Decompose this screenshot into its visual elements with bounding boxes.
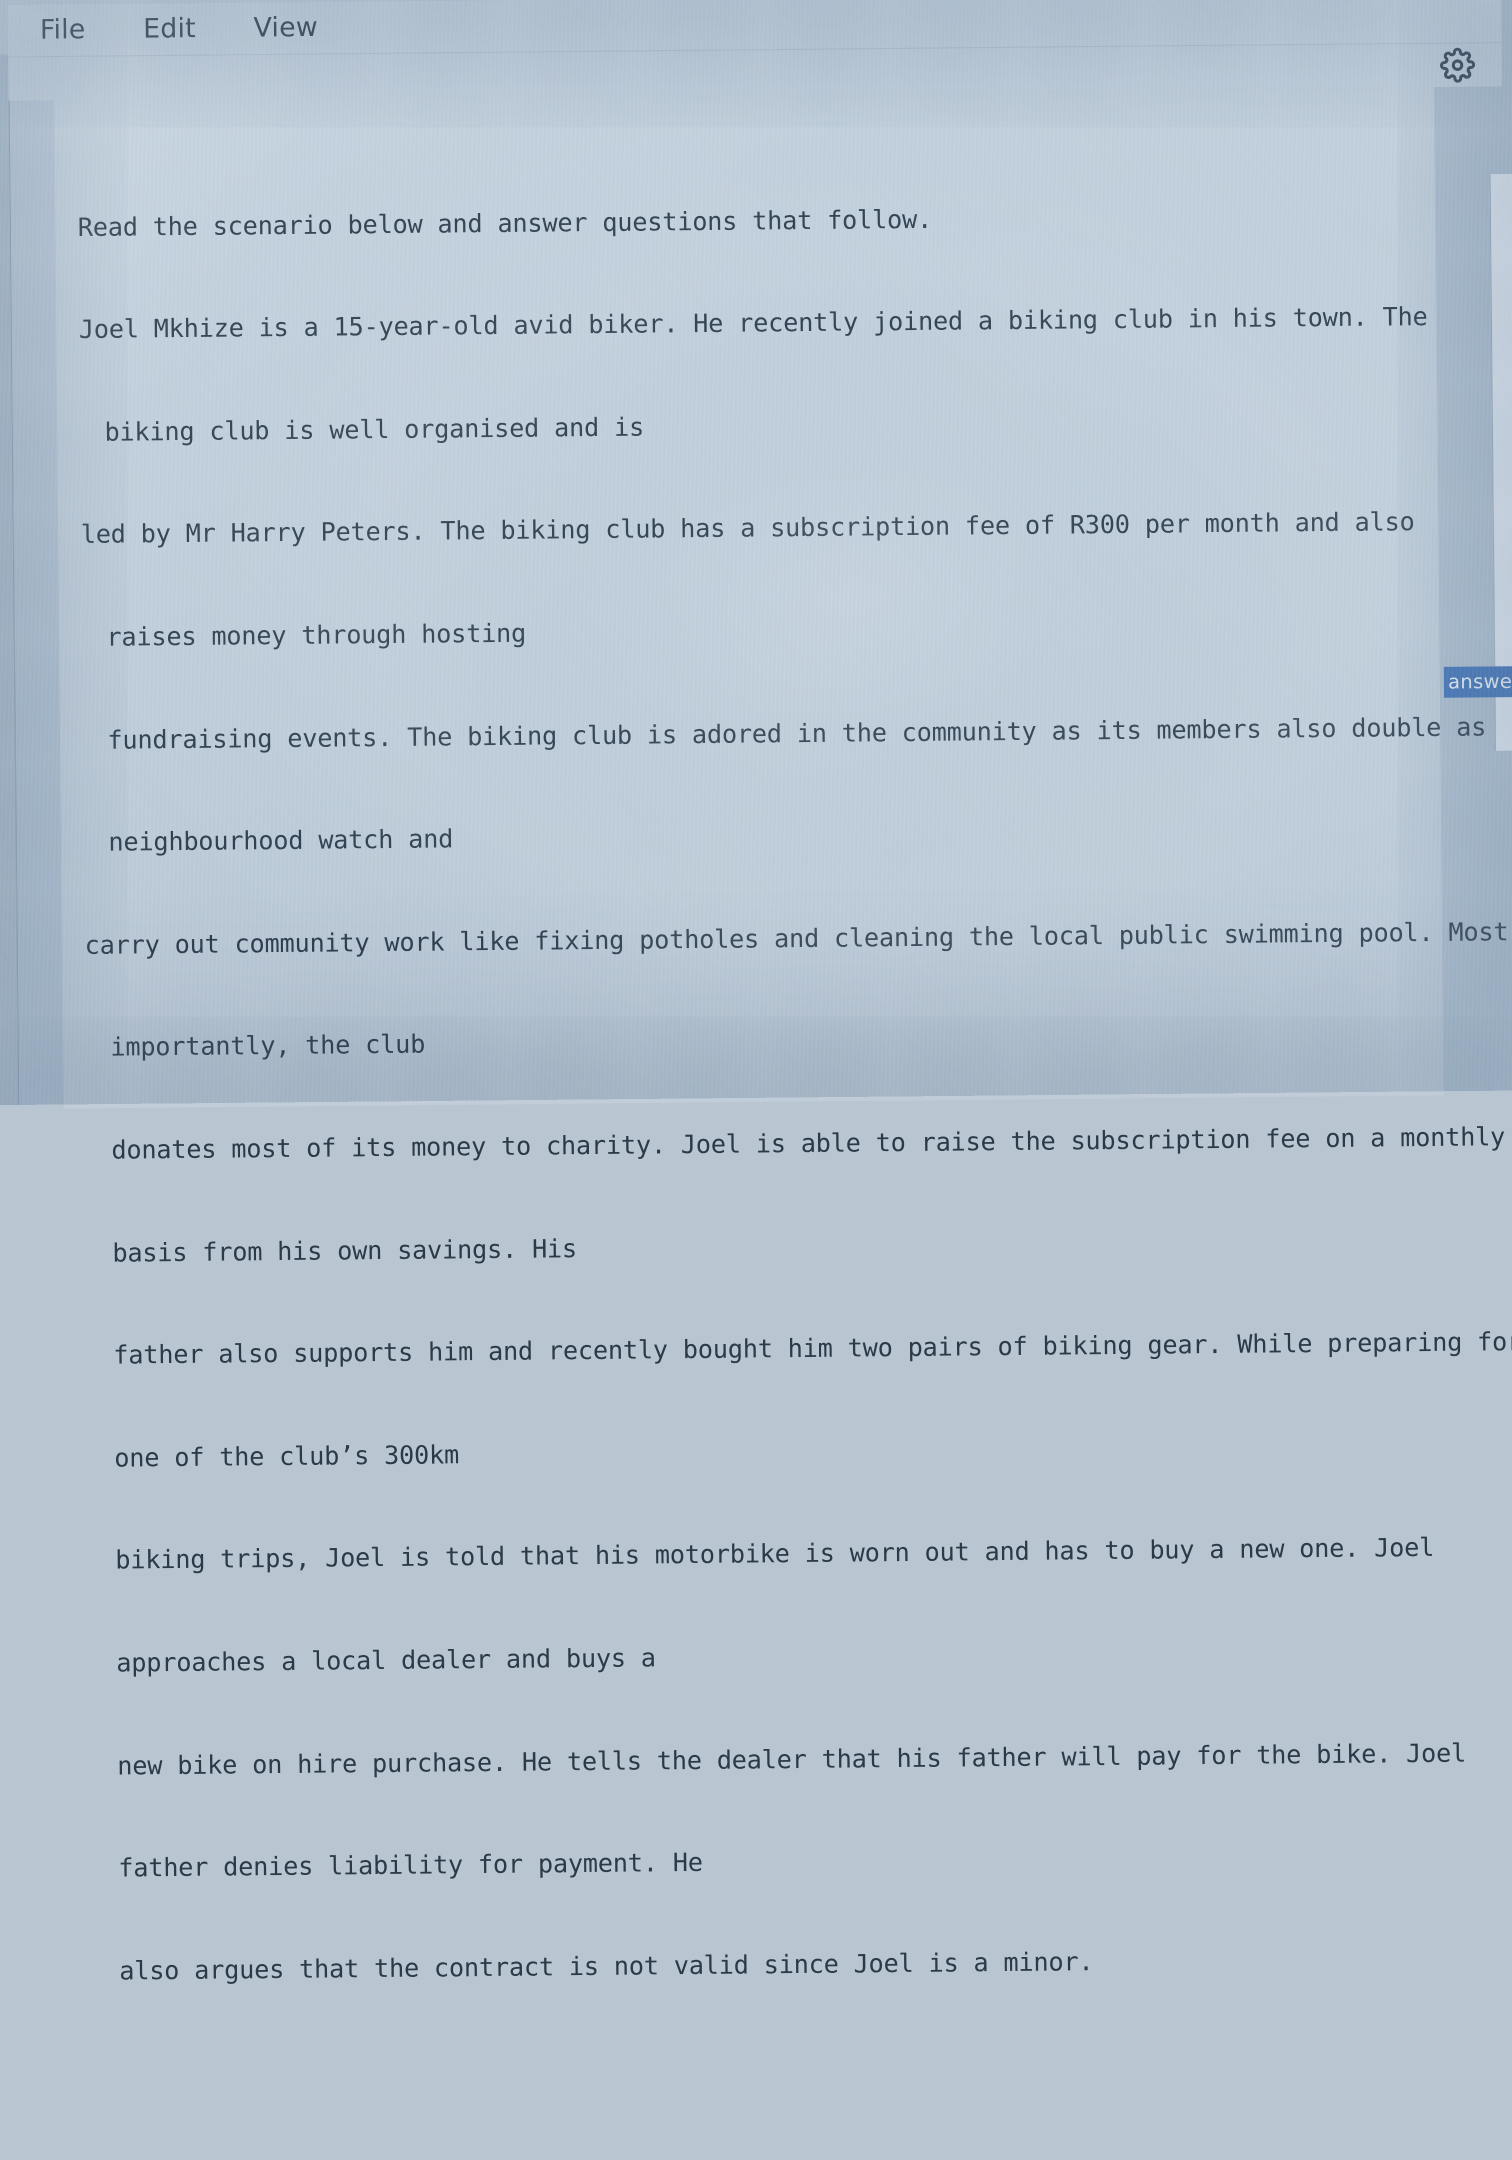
document-line: father denies liability for payment. He — [118, 1847, 703, 1883]
document-text-area[interactable]: Read the scenario below and answer quest… — [54, 86, 1512, 2160]
document-line: importantly, the club — [110, 1029, 426, 1063]
document-line: neighbourhood watch and — [108, 823, 454, 858]
document-line: donates most of its money to charity. Jo… — [111, 1121, 1506, 1165]
menu-item-file[interactable]: File — [40, 14, 86, 45]
document-line: one of the club’s 300km — [114, 1439, 460, 1473]
document-line: raises money through hosting — [106, 617, 527, 652]
document-page[interactable]: Read the scenario below and answer quest… — [53, 86, 1512, 1985]
gear-icon[interactable] — [1440, 47, 1476, 83]
menu-item-edit[interactable]: Edit — [143, 13, 196, 44]
document-line: biking trips, Joel is told that his moto… — [115, 1532, 1435, 1576]
document-line: fundraising events. The biking club is a… — [107, 711, 1487, 755]
document-line: new bike on hire purchase. He tells the … — [117, 1737, 1467, 1781]
document-line: led by Mr Harry Peters. The biking club … — [80, 506, 1415, 550]
menu-item-view[interactable]: View — [253, 12, 318, 44]
document-line: basis from his own savings. His — [112, 1233, 578, 1268]
document-line: Read the scenario below and answer quest… — [77, 203, 933, 242]
document-line: father also supports him and recently bo… — [113, 1326, 1512, 1370]
document-line: Joel Mkhize is a 15-year-old avid biker.… — [78, 301, 1428, 345]
document-line: approaches a local dealer and buys a — [116, 1642, 656, 1678]
text-editor-window: w and answ × + — □ ✕ File Edit View — [7, 0, 1512, 1985]
photographed-screen: answe w and answ × + — □ ✕ File Edit Vie… — [0, 0, 1512, 1985]
document-line: biking club is well organised and is — [104, 411, 645, 447]
document-line: carry out community work like fixing pot… — [84, 916, 1509, 960]
document-line: also argues that the contract is not val… — [119, 1946, 1094, 1986]
